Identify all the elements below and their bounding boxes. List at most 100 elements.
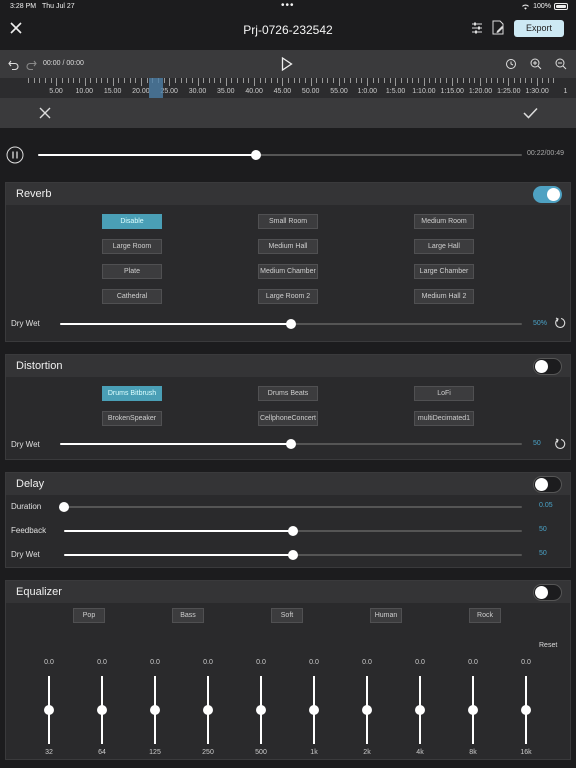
cancel-icon[interactable] <box>39 107 51 119</box>
time-ruler[interactable]: 5.00 10.00 15.00 20.00 25.00 30.00 35.00 40.00 4… <box>0 78 576 98</box>
distortion-preset-chip[interactable]: LoFi <box>414 386 474 401</box>
reset-zoom-icon[interactable] <box>505 58 517 70</box>
distortion-reset-icon[interactable] <box>555 438 567 450</box>
slider-knob[interactable] <box>288 550 298 560</box>
sliders-icon[interactable] <box>470 21 484 35</box>
eq-reset-button[interactable]: Reset <box>539 642 557 649</box>
playhead[interactable] <box>149 78 163 98</box>
reverb-preset-chip[interactable]: Plate <box>102 264 162 279</box>
reverb-preset-chip[interactable]: Medium Chamber <box>258 264 318 279</box>
ruler-tick <box>225 78 227 86</box>
reverb-preset-chip[interactable]: Disable <box>102 214 162 229</box>
delay-toggle[interactable] <box>533 476 562 493</box>
reverb-preset-chip[interactable]: Large Chamber <box>414 264 474 279</box>
delay-slider[interactable] <box>64 526 522 536</box>
ruler-label: 35.00 <box>217 88 235 95</box>
eq-band-knob[interactable] <box>256 705 266 715</box>
reverb-preset-chip[interactable]: Large Room 2 <box>258 289 318 304</box>
delay-slider[interactable] <box>64 550 522 560</box>
eq-band-gain: 0.0 <box>362 659 372 666</box>
ruler-tick <box>412 78 414 83</box>
eq-preset-chip[interactable]: Rock <box>469 608 501 623</box>
ruler-tick <box>61 78 63 83</box>
eq-preset-chip[interactable]: Bass <box>172 608 204 623</box>
reverb-preset-chip[interactable]: Medium Hall 2 <box>414 289 474 304</box>
ruler-tick <box>344 78 346 83</box>
eq-band-knob[interactable] <box>362 705 372 715</box>
multitask-dots-icon[interactable]: ••• <box>281 0 295 11</box>
reverb-drywet-slider[interactable] <box>60 319 522 329</box>
eq-band-gain: 0.0 <box>97 659 107 666</box>
reverb-preset-chip[interactable]: Large Room <box>102 239 162 254</box>
ruler-tick <box>389 78 391 83</box>
ruler-tick <box>491 78 493 83</box>
equalizer-header: Equalizer <box>6 581 570 603</box>
player-progress-slider[interactable] <box>38 150 522 160</box>
ruler-tick <box>197 78 199 86</box>
equalizer-toggle[interactable] <box>533 584 562 601</box>
eq-band-knob[interactable] <box>521 705 531 715</box>
redo-icon[interactable] <box>26 59 37 70</box>
zoom-in-icon[interactable] <box>530 58 542 70</box>
eq-band-knob[interactable] <box>468 705 478 715</box>
ruler-tick <box>508 78 510 86</box>
eq-band-gain: 0.0 <box>309 659 319 666</box>
undo-icon[interactable] <box>8 59 19 70</box>
equalizer-panel: Equalizer Pop Bass Soft Human Rock Reset 0.0… <box>5 580 571 760</box>
reverb-reset-icon[interactable] <box>555 317 567 329</box>
reverb-drywet-label: Dry Wet <box>11 319 40 328</box>
distortion-preset-chip[interactable]: Drums Bitbrush <box>102 386 162 401</box>
delay-row-label: Duration <box>11 502 42 511</box>
eq-preset-chip[interactable]: Human <box>370 608 402 623</box>
delay-title: Delay <box>16 478 45 490</box>
distortion-preset-chip[interactable]: Drums Beats <box>258 386 318 401</box>
reverb-preset-chip[interactable]: Cathedral <box>102 289 162 304</box>
ruler-tick <box>338 78 340 86</box>
distortion-preset-chip[interactable]: multiDecimated1 <box>414 411 474 426</box>
reverb-preset-chip[interactable]: Large Hall <box>414 239 474 254</box>
zoom-out-icon[interactable] <box>555 58 567 70</box>
ruler-tick <box>141 78 142 86</box>
ruler-tick <box>231 78 233 83</box>
distortion-preset-chip[interactable]: CellphoneConcert <box>258 411 318 426</box>
slider-knob[interactable] <box>286 319 296 329</box>
eq-preset-chip[interactable]: Soft <box>271 608 303 623</box>
play-icon[interactable] <box>281 57 293 71</box>
eq-band-gain: 0.0 <box>415 659 425 666</box>
confirm-check-icon[interactable] <box>523 107 538 119</box>
pause-icon[interactable] <box>6 146 24 164</box>
reverb-toggle[interactable] <box>533 186 562 203</box>
ruler-tick <box>463 78 465 83</box>
eq-band-knob[interactable] <box>309 705 319 715</box>
distortion-drywet-slider[interactable] <box>60 439 522 449</box>
reverb-preset-chip[interactable]: Medium Hall <box>258 239 318 254</box>
eq-band-knob[interactable] <box>97 705 107 715</box>
delay-row-value: 0.05 <box>539 502 553 509</box>
ruler-label: 1:15.00 <box>440 88 464 95</box>
ruler-tick <box>287 78 289 83</box>
ruler-label: 55.00 <box>330 88 348 95</box>
eq-band-knob[interactable] <box>150 705 160 715</box>
reverb-preset-chip[interactable]: Medium Room <box>414 214 474 229</box>
eq-band-gain: 0.0 <box>468 659 478 666</box>
delay-slider[interactable] <box>59 502 522 512</box>
ruler-tick <box>208 78 210 83</box>
slider-knob[interactable] <box>286 439 296 449</box>
delay-header: Delay <box>6 473 570 495</box>
edit-document-icon[interactable] <box>491 20 505 35</box>
distortion-preset-chip[interactable]: BrokenSpeaker <box>102 411 162 426</box>
slider-knob[interactable] <box>250 150 261 160</box>
distortion-toggle[interactable] <box>533 358 562 375</box>
eq-preset-chip[interactable]: Pop <box>73 608 105 623</box>
ruler-tick <box>254 78 255 86</box>
reverb-preset-chip[interactable]: Small Room <box>258 214 318 229</box>
eq-band-knob[interactable] <box>203 705 213 715</box>
ruler-tick <box>525 78 527 83</box>
slider-knob[interactable] <box>288 526 298 536</box>
ruler-tick <box>73 78 75 83</box>
eq-band-knob[interactable] <box>44 705 54 715</box>
slider-knob[interactable] <box>59 502 69 512</box>
export-button[interactable]: Export <box>514 20 564 37</box>
eq-band-knob[interactable] <box>415 705 425 715</box>
ruler-tick <box>536 78 538 86</box>
